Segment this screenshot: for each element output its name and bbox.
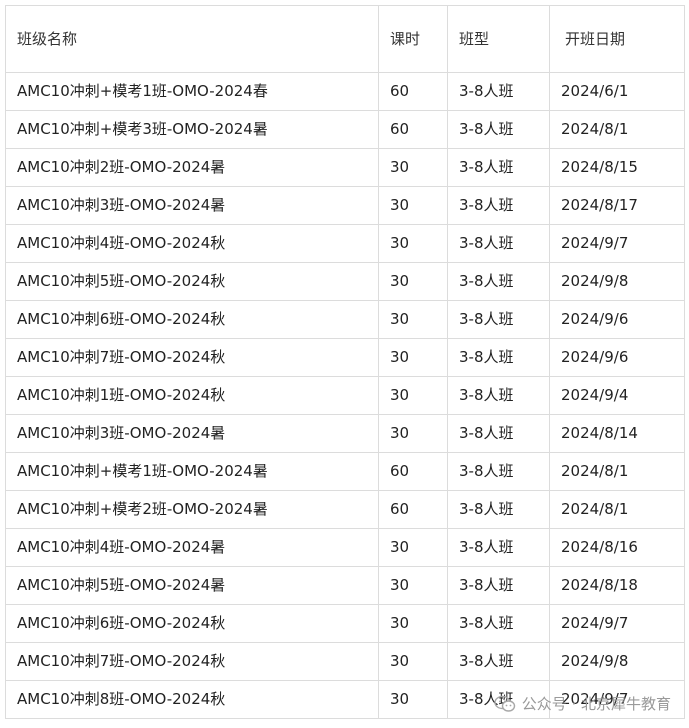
cell-class-name: AMC10冲刺5班-OMO-2024秋: [5, 262, 379, 301]
cell-class-type: 3-8人班: [447, 642, 550, 681]
cell-class-type: 3-8人班: [447, 566, 550, 605]
wechat-icon: [493, 695, 516, 713]
cell-start-date: 2024/9/8: [549, 262, 685, 301]
cell-class-type: 3-8人班: [447, 110, 550, 149]
cell-hours: 30: [378, 262, 448, 301]
table-body: AMC10冲刺+模考1班-OMO-2024春 60 3-8人班 2024/6/1 AMC…: [5, 72, 685, 719]
cell-hours: 30: [378, 680, 448, 719]
watermark: 公众号 · 北京犀牛教育: [493, 693, 671, 714]
cell-hours: 60: [378, 72, 448, 111]
cell-start-date: 2024/9/7: [549, 224, 685, 263]
cell-start-date: 2024/9/4: [549, 376, 685, 415]
header-class-name: 班级名称: [5, 5, 379, 73]
cell-class-name: AMC10冲刺6班-OMO-2024秋: [5, 300, 379, 339]
watermark-text: 公众号 · 北京犀牛教育: [521, 695, 671, 713]
class-schedule-table: 班级名称 课时 班型 开班日期 AMC10冲刺+模考1班-OMO-2024春 60…: [5, 5, 685, 719]
cell-class-type: 3-8人班: [447, 148, 550, 187]
cell-class-type: 3-8人班: [447, 338, 550, 377]
cell-class-name: AMC10冲刺3班-OMO-2024暑: [5, 414, 379, 453]
cell-start-date: 2024/8/14: [549, 414, 685, 453]
cell-hours: 30: [378, 186, 448, 225]
cell-class-name: AMC10冲刺4班-OMO-2024秋: [5, 224, 379, 263]
header-class-type: 班型: [447, 5, 550, 73]
table-row: AMC10冲刺+模考1班-OMO-2024暑 60 3-8人班 2024/8/1: [5, 452, 685, 491]
cell-class-name: AMC10冲刺3班-OMO-2024暑: [5, 186, 379, 225]
table-row: AMC10冲刺4班-OMO-2024暑 30 3-8人班 2024/8/16: [5, 528, 685, 567]
cell-hours: 60: [378, 110, 448, 149]
cell-start-date: 2024/6/1: [549, 72, 685, 111]
cell-class-type: 3-8人班: [447, 528, 550, 567]
cell-hours: 30: [378, 642, 448, 681]
cell-class-type: 3-8人班: [447, 414, 550, 453]
cell-start-date: 2024/8/1: [549, 490, 685, 529]
cell-hours: 30: [378, 300, 448, 339]
cell-class-name: AMC10冲刺5班-OMO-2024暑: [5, 566, 379, 605]
cell-hours: 30: [378, 148, 448, 187]
cell-start-date: 2024/9/8: [549, 642, 685, 681]
header-hours: 课时: [378, 5, 448, 73]
cell-start-date: 2024/8/1: [549, 110, 685, 149]
table-row: AMC10冲刺4班-OMO-2024秋 30 3-8人班 2024/9/7: [5, 224, 685, 263]
cell-class-type: 3-8人班: [447, 224, 550, 263]
cell-class-type: 3-8人班: [447, 72, 550, 111]
cell-class-name: AMC10冲刺4班-OMO-2024暑: [5, 528, 379, 567]
cell-start-date: 2024/8/18: [549, 566, 685, 605]
cell-class-name: AMC10冲刺+模考3班-OMO-2024暑: [5, 110, 379, 149]
table-row: AMC10冲刺5班-OMO-2024秋 30 3-8人班 2024/9/8: [5, 262, 685, 301]
cell-hours: 30: [378, 224, 448, 263]
cell-class-type: 3-8人班: [447, 376, 550, 415]
table-row: AMC10冲刺3班-OMO-2024暑 30 3-8人班 2024/8/17: [5, 186, 685, 225]
cell-class-name: AMC10冲刺7班-OMO-2024秋: [5, 338, 379, 377]
cell-class-name: AMC10冲刺+模考1班-OMO-2024春: [5, 72, 379, 111]
cell-hours: 30: [378, 414, 448, 453]
table-row: AMC10冲刺+模考3班-OMO-2024暑 60 3-8人班 2024/8/1: [5, 110, 685, 149]
cell-start-date: 2024/8/16: [549, 528, 685, 567]
cell-class-type: 3-8人班: [447, 490, 550, 529]
cell-hours: 30: [378, 338, 448, 377]
cell-hours: 30: [378, 566, 448, 605]
page: 班级名称 课时 班型 开班日期 AMC10冲刺+模考1班-OMO-2024春 60…: [0, 0, 689, 728]
cell-class-type: 3-8人班: [447, 186, 550, 225]
cell-class-type: 3-8人班: [447, 300, 550, 339]
cell-start-date: 2024/9/7: [549, 604, 685, 643]
cell-hours: 60: [378, 490, 448, 529]
header-start-date: 开班日期: [549, 5, 685, 73]
cell-hours: 30: [378, 604, 448, 643]
cell-class-type: 3-8人班: [447, 452, 550, 491]
cell-class-name: AMC10冲刺6班-OMO-2024秋: [5, 604, 379, 643]
cell-class-name: AMC10冲刺2班-OMO-2024暑: [5, 148, 379, 187]
cell-start-date: 2024/8/17: [549, 186, 685, 225]
cell-start-date: 2024/8/1: [549, 452, 685, 491]
cell-class-name: AMC10冲刺+模考1班-OMO-2024暑: [5, 452, 379, 491]
cell-class-type: 3-8人班: [447, 262, 550, 301]
cell-start-date: 2024/9/6: [549, 300, 685, 339]
cell-start-date: 2024/9/6: [549, 338, 685, 377]
table-row: AMC10冲刺7班-OMO-2024秋 30 3-8人班 2024/9/8: [5, 642, 685, 681]
table-row: AMC10冲刺2班-OMO-2024暑 30 3-8人班 2024/8/15: [5, 148, 685, 187]
cell-class-type: 3-8人班: [447, 604, 550, 643]
table-row: AMC10冲刺3班-OMO-2024暑 30 3-8人班 2024/8/14: [5, 414, 685, 453]
table-row: AMC10冲刺+模考1班-OMO-2024春 60 3-8人班 2024/6/1: [5, 72, 685, 111]
cell-start-date: 2024/8/15: [549, 148, 685, 187]
table-row: AMC10冲刺7班-OMO-2024秋 30 3-8人班 2024/9/6: [5, 338, 685, 377]
cell-class-name: AMC10冲刺1班-OMO-2024秋: [5, 376, 379, 415]
cell-class-name: AMC10冲刺+模考2班-OMO-2024暑: [5, 490, 379, 529]
cell-class-name: AMC10冲刺8班-OMO-2024秋: [5, 680, 379, 719]
table-row: AMC10冲刺1班-OMO-2024秋 30 3-8人班 2024/9/4: [5, 376, 685, 415]
table-row: AMC10冲刺+模考2班-OMO-2024暑 60 3-8人班 2024/8/1: [5, 490, 685, 529]
table-row: AMC10冲刺6班-OMO-2024秋 30 3-8人班 2024/9/7: [5, 604, 685, 643]
table-row: AMC10冲刺6班-OMO-2024秋 30 3-8人班 2024/9/6: [5, 300, 685, 339]
table-row: AMC10冲刺5班-OMO-2024暑 30 3-8人班 2024/8/18: [5, 566, 685, 605]
cell-hours: 30: [378, 528, 448, 567]
cell-hours: 60: [378, 452, 448, 491]
table-header: 班级名称 课时 班型 开班日期: [5, 5, 685, 73]
cell-hours: 30: [378, 376, 448, 415]
header-row: 班级名称 课时 班型 开班日期: [5, 5, 685, 73]
cell-class-name: AMC10冲刺7班-OMO-2024秋: [5, 642, 379, 681]
